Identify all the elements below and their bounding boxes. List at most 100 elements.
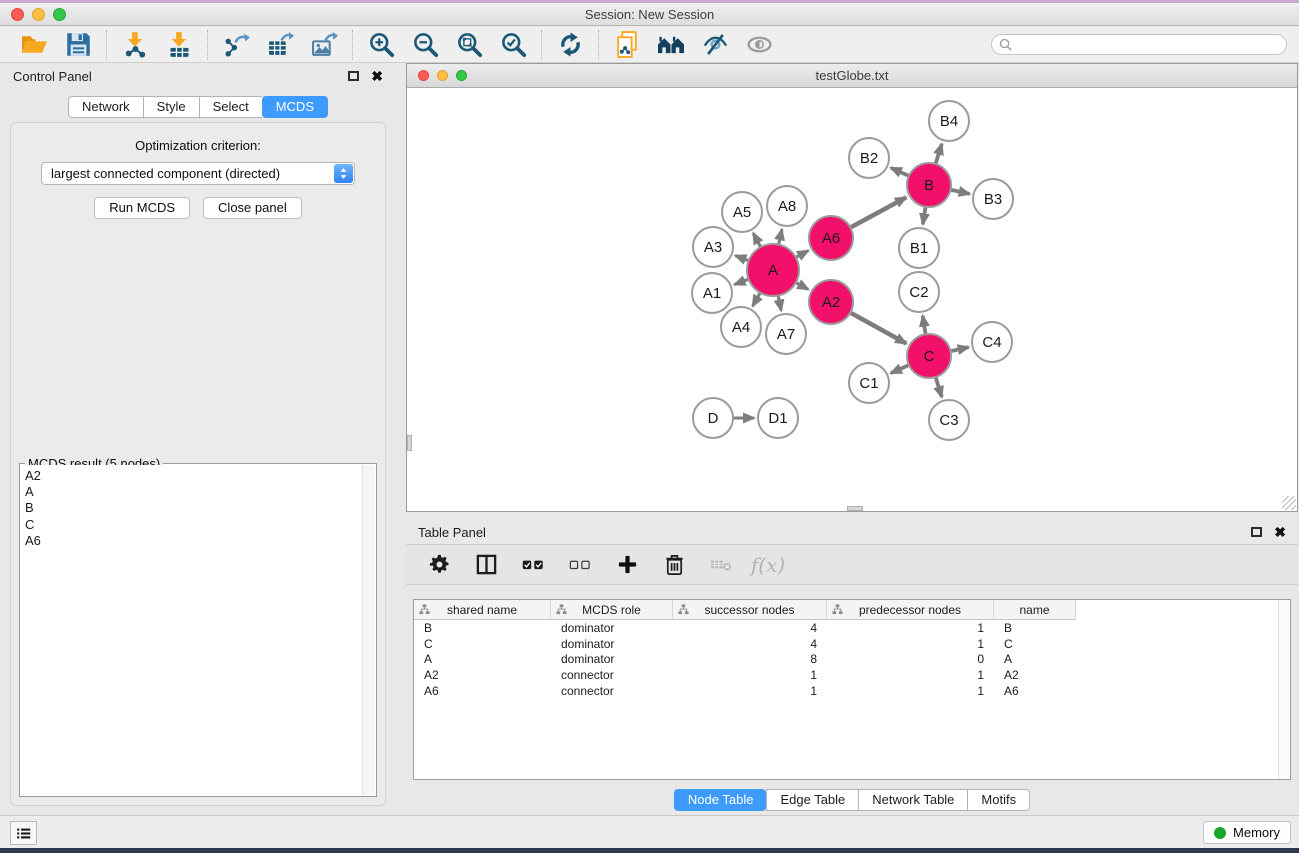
search-box[interactable] [991, 34, 1287, 55]
tab-motifs[interactable]: Motifs [967, 789, 1030, 811]
zoom-in-icon[interactable] [367, 31, 395, 59]
control-panel: Control Panel ✖ NetworkStyleSelectMCDS O… [4, 65, 392, 810]
table-row[interactable]: A2connector11A2 [414, 667, 1290, 683]
column-header-successor-nodes[interactable]: successor nodes [673, 600, 827, 620]
create-column-icon[interactable] [613, 551, 641, 579]
node-B[interactable]: B [907, 163, 951, 207]
node-A5[interactable]: A5 [722, 192, 762, 232]
deselect-all-checkboxes-icon[interactable] [566, 551, 594, 579]
node-A7[interactable]: A7 [766, 314, 806, 354]
memory-button[interactable]: Memory [1203, 821, 1291, 844]
tab-select[interactable]: Select [199, 96, 262, 118]
node-C[interactable]: C [907, 334, 951, 378]
node-B3[interactable]: B3 [973, 179, 1013, 219]
close-panel-icon[interactable]: ✖ [1274, 525, 1286, 539]
export-network-icon[interactable] [222, 31, 250, 59]
zoom-fit-content-icon[interactable] [455, 31, 483, 59]
resize-grip-icon[interactable] [1282, 496, 1296, 510]
node-A3[interactable]: A3 [693, 227, 733, 267]
result-list-item[interactable]: A2 [25, 468, 375, 484]
show-details-eye-icon[interactable] [745, 31, 773, 59]
export-image-icon[interactable] [310, 31, 338, 59]
hide-graphics-details-icon[interactable] [701, 31, 729, 59]
zoom-out-icon[interactable] [411, 31, 439, 59]
node-B2[interactable]: B2 [849, 138, 889, 178]
minimize-window-button[interactable] [32, 8, 45, 21]
close-panel-button[interactable]: Close panel [203, 197, 302, 219]
result-list-scrollbar[interactable] [362, 465, 375, 795]
table-options-gear-icon[interactable] [425, 551, 453, 579]
split-handle-icon[interactable] [847, 506, 863, 511]
network-graph[interactable]: B4 B2 B B3 A5A8A6 A3 A B1 A1 C2 A4A7A2 C C4 C1 C3 D D1 [408, 89, 1298, 511]
node-D1[interactable]: D1 [758, 398, 798, 438]
split-handle-icon[interactable] [407, 435, 412, 451]
svg-text:C1: C1 [859, 375, 878, 392]
network-canvas[interactable]: B4 B2 B B3 A5A8A6 A3 A B1 A1 C2 A4A7A2 C C4 C1 C3 D D1 [408, 89, 1296, 510]
tab-mcds[interactable]: MCDS [262, 96, 328, 118]
table-scrollbar[interactable] [1278, 600, 1290, 779]
node-A[interactable]: A [747, 244, 799, 296]
column-header-shared-name[interactable]: shared name [414, 600, 551, 620]
save-session-icon[interactable] [64, 31, 92, 59]
delete-columns-icon[interactable] [660, 551, 688, 579]
float-panel-icon[interactable] [348, 71, 359, 81]
table-panel-title: Table Panel [418, 525, 486, 540]
svg-text:D1: D1 [768, 410, 787, 427]
import-table-icon[interactable] [165, 31, 193, 59]
network-maximize-button[interactable] [456, 70, 467, 81]
run-mcds-button[interactable]: Run MCDS [94, 197, 190, 219]
tab-edge-table[interactable]: Edge Table [766, 789, 858, 811]
tab-network[interactable]: Network [68, 96, 143, 118]
open-folder-icon[interactable] [20, 31, 48, 59]
refresh-view-icon[interactable] [556, 31, 584, 59]
search-input[interactable] [1017, 37, 1279, 53]
delete-table-icon [707, 551, 735, 579]
float-panel-icon[interactable] [1251, 527, 1262, 537]
toggle-split-view-icon[interactable] [472, 551, 500, 579]
node-C4[interactable]: C4 [972, 322, 1012, 362]
table-row[interactable]: Adominator80A [414, 651, 1290, 667]
node-C3[interactable]: C3 [929, 400, 969, 440]
table-panel: Table Panel ✖ f(x) shared nameMCDS roles… [406, 520, 1298, 813]
table-row[interactable]: A6connector11A6 [414, 683, 1290, 699]
mcds-result-list[interactable]: A2ABCA6 [21, 465, 375, 795]
network-from-selection-icon[interactable] [613, 31, 641, 59]
close-panel-icon[interactable]: ✖ [371, 69, 383, 83]
network-view-window: testGlobe.txt B4 B2 B B3 A5A8A6 A3 A B1 A1 C2 A4A7… [406, 63, 1298, 512]
network-window-titlebar[interactable]: testGlobe.txt [407, 64, 1297, 88]
node-D[interactable]: D [693, 398, 733, 438]
criterion-dropdown[interactable]: largest connected component (directed) [41, 162, 355, 185]
node-A4[interactable]: A4 [721, 307, 761, 347]
welcome-screen-icon[interactable] [657, 31, 685, 59]
node-A1[interactable]: A1 [692, 273, 732, 313]
result-list-item[interactable]: C [25, 517, 375, 533]
svg-text:B4: B4 [940, 113, 958, 130]
node-A8[interactable]: A8 [767, 186, 807, 226]
network-close-button[interactable] [418, 70, 429, 81]
result-list-item[interactable]: A [25, 484, 375, 500]
column-header-predecessor-nodes[interactable]: predecessor nodes [827, 600, 994, 620]
column-header-name[interactable]: name [994, 600, 1076, 620]
import-network-icon[interactable] [121, 31, 149, 59]
result-list-item[interactable]: B [25, 500, 375, 516]
zoom-selected-icon[interactable] [499, 31, 527, 59]
tab-style[interactable]: Style [143, 96, 199, 118]
node-C2[interactable]: C2 [899, 272, 939, 312]
close-window-button[interactable] [11, 8, 24, 21]
maximize-window-button[interactable] [53, 8, 66, 21]
tab-node-table[interactable]: Node Table [674, 789, 767, 811]
node-B4[interactable]: B4 [929, 101, 969, 141]
result-list-item[interactable]: A6 [25, 533, 375, 549]
table-row[interactable]: Cdominator41C [414, 636, 1290, 652]
task-history-button[interactable] [10, 821, 37, 845]
node-C1[interactable]: C1 [849, 363, 889, 403]
table-row[interactable]: Bdominator41B [414, 620, 1290, 636]
node-B1[interactable]: B1 [899, 228, 939, 268]
node-A6[interactable]: A6 [809, 216, 853, 260]
network-minimize-button[interactable] [437, 70, 448, 81]
export-table-icon[interactable] [266, 31, 294, 59]
tab-network-table[interactable]: Network Table [858, 789, 967, 811]
node-A2[interactable]: A2 [809, 280, 853, 324]
column-header-MCDS-role[interactable]: MCDS role [551, 600, 673, 620]
select-all-checkboxes-icon[interactable] [519, 551, 547, 579]
